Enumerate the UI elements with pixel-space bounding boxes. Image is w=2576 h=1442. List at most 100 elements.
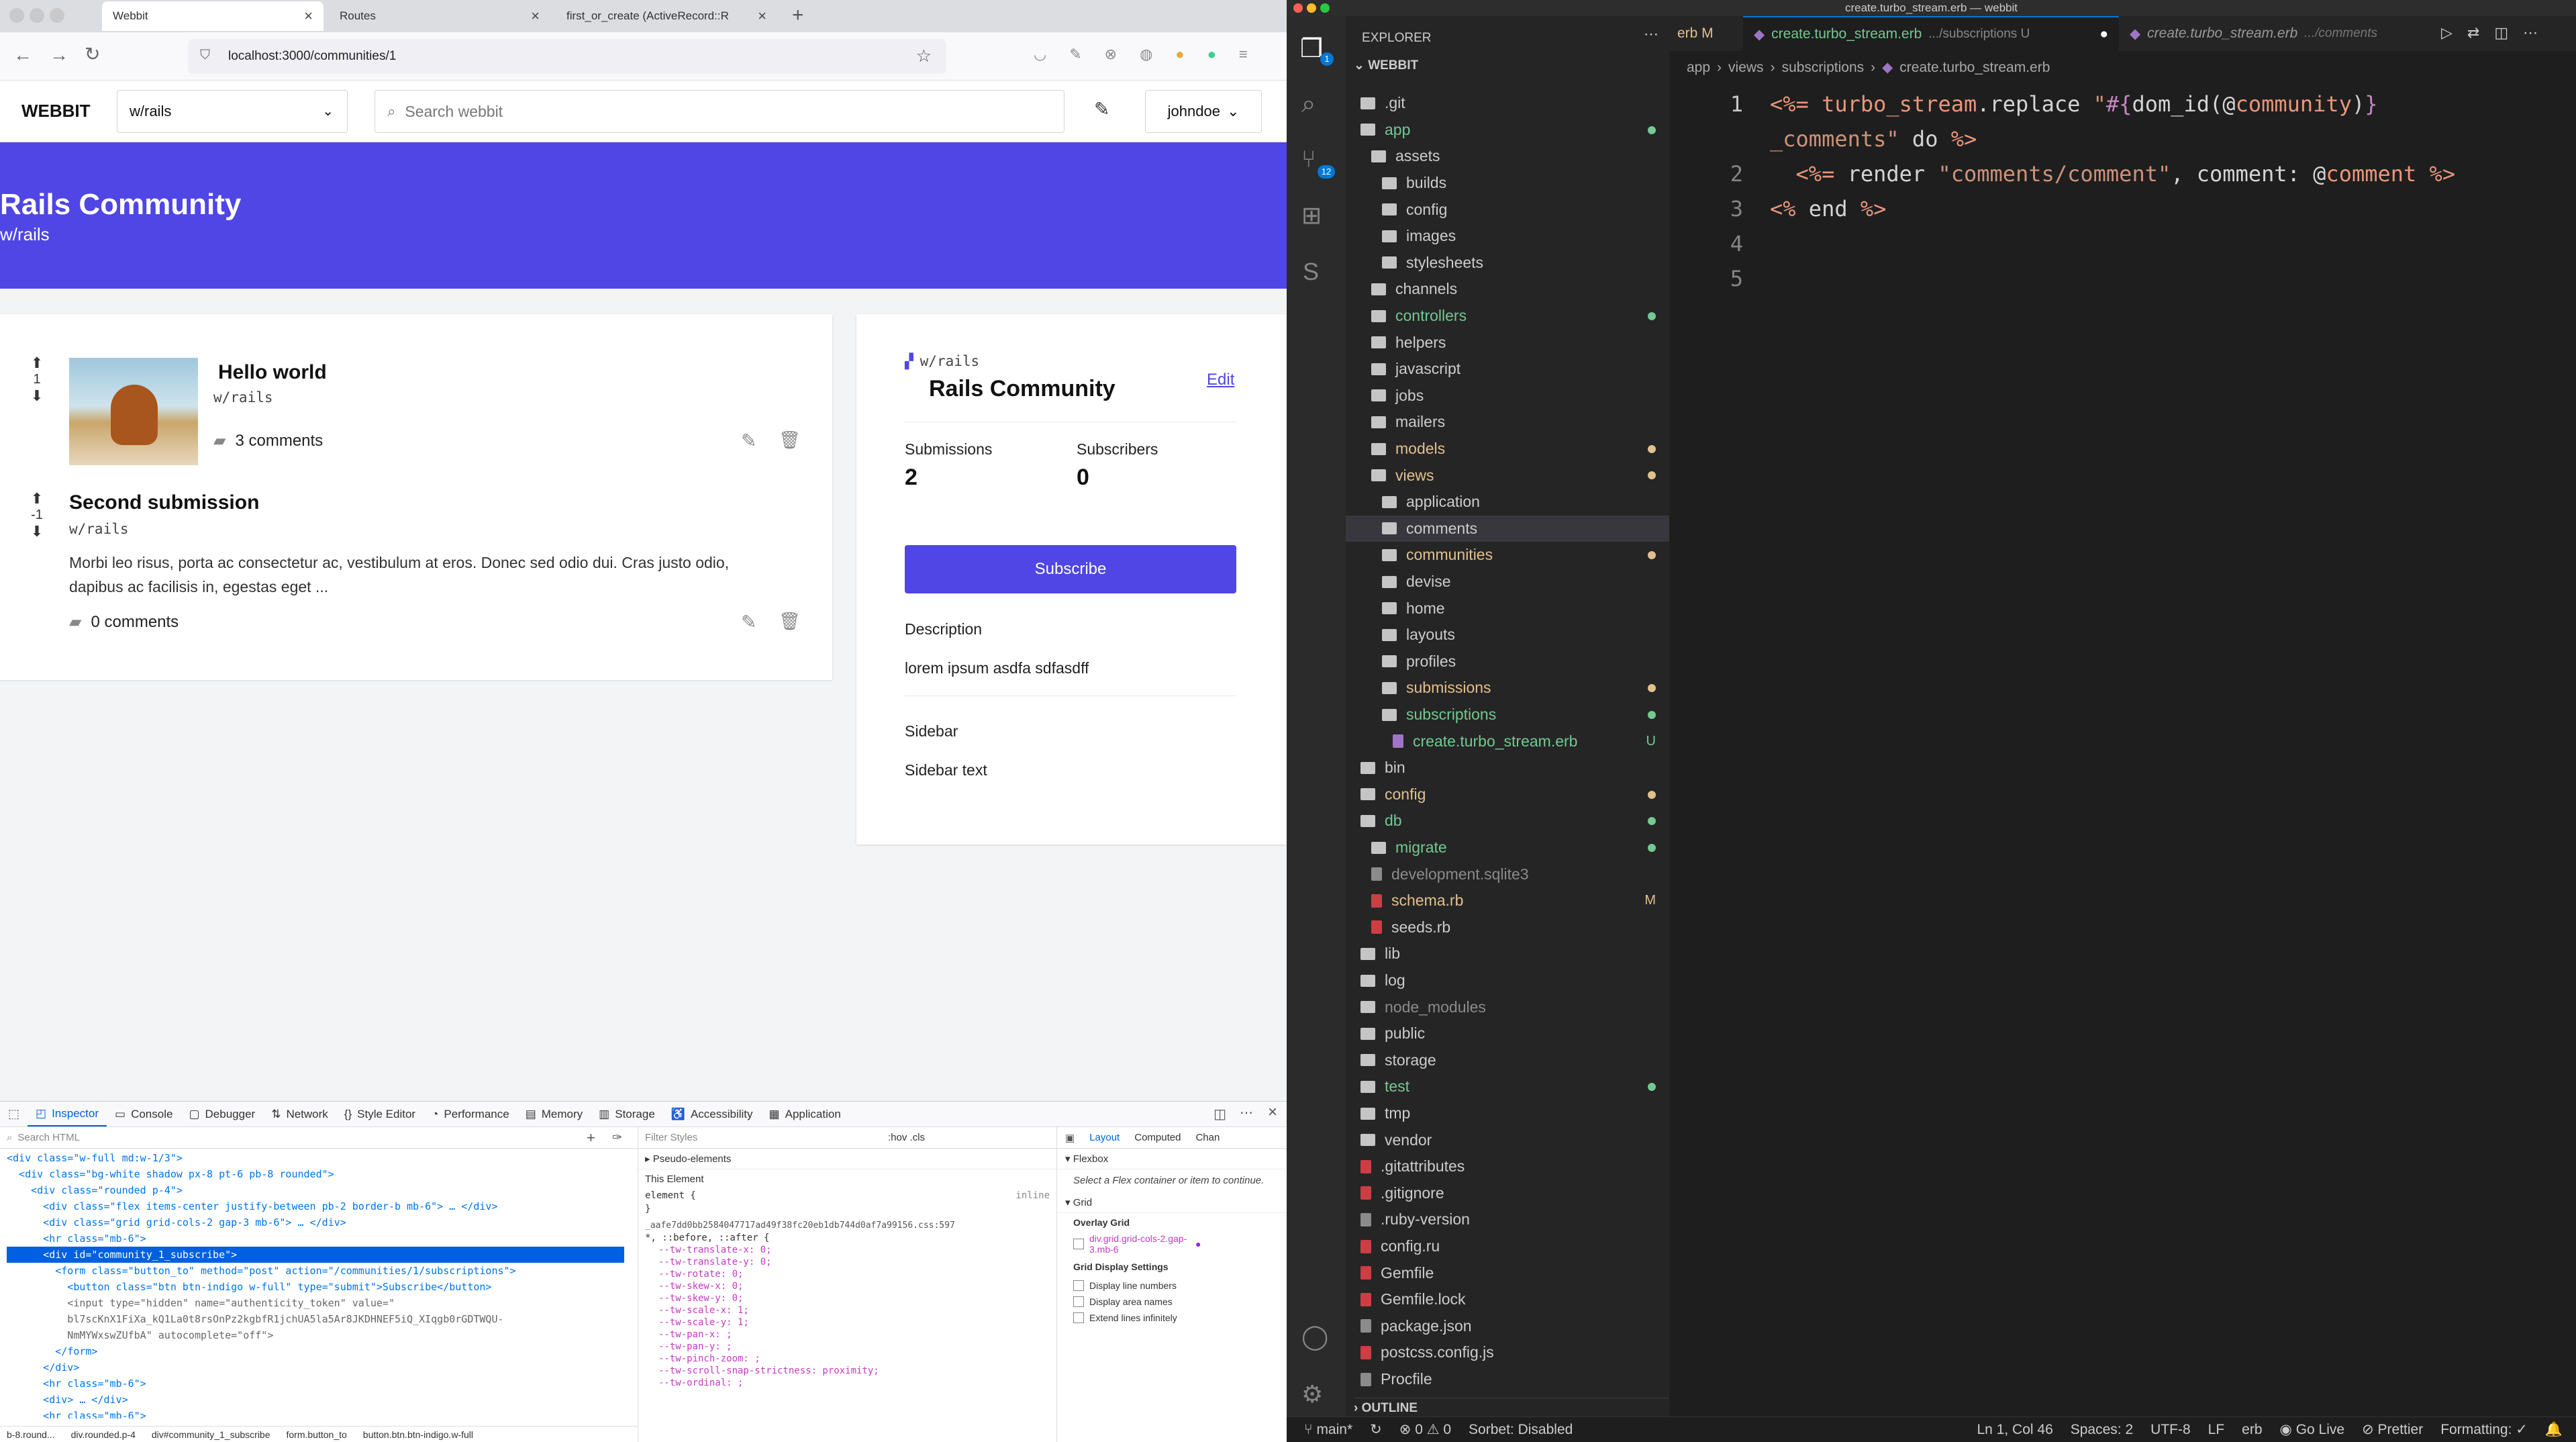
tree-item[interactable]: controllers	[1346, 303, 1669, 330]
pencil-icon[interactable]: ✎	[1094, 98, 1109, 120]
sync-icon[interactable]: ↻	[1370, 1421, 1382, 1438]
extensions-icon[interactable]: ⊞	[1301, 201, 1322, 230]
devtools-tab-accessibility[interactable]: ♿ Accessibility	[663, 1102, 761, 1126]
pocket-icon[interactable]: ◡	[1034, 46, 1046, 63]
devtools-tab-performance[interactable]: ◔ Performance	[424, 1102, 517, 1126]
styles-tools[interactable]: :hov .cls	[888, 1132, 925, 1143]
checkbox[interactable]	[1073, 1280, 1084, 1291]
window-close-dot[interactable]	[1293, 3, 1303, 13]
post-community[interactable]: w/rails	[69, 521, 129, 537]
html-node-line[interactable]: </div>	[7, 1359, 624, 1376]
source-control-icon[interactable]: ⑂	[1301, 145, 1316, 173]
edit-link[interactable]: Edit	[1207, 371, 1234, 389]
html-node-line[interactable]: <hr class="mb-6">	[7, 1408, 624, 1419]
tree-item[interactable]: postcss.config.js	[1346, 1339, 1669, 1366]
tree-item[interactable]: storage	[1346, 1047, 1669, 1074]
grid-color-swatch[interactable]: ●	[1195, 1239, 1201, 1249]
tree-item[interactable]: layouts	[1346, 622, 1669, 648]
layout-view-icon[interactable]: ▣	[1065, 1132, 1075, 1144]
extension-icon[interactable]: ●	[1175, 46, 1184, 63]
flexbox-section-toggle[interactable]: ▾ Flexbox	[1057, 1149, 1287, 1169]
trash-icon[interactable]: 🗑	[779, 430, 801, 450]
css-declaration[interactable]: --tw-scroll-snap-strictness: proximity;	[658, 1365, 1036, 1377]
computed-tab[interactable]: Computed	[1134, 1132, 1181, 1143]
tree-item[interactable]: .gitignore	[1346, 1180, 1669, 1207]
compare-icon[interactable]: ⇄	[2467, 24, 2479, 42]
back-icon[interactable]: ←	[13, 44, 32, 66]
grid-item-row[interactable]: div.grid.grid-cols-2.gap-3.mb-6 ●	[1057, 1232, 1287, 1256]
html-search-input[interactable]: ⌕ Search HTML + ✑	[0, 1127, 638, 1149]
outline-section[interactable]: › OUTLINE	[1354, 1398, 1669, 1416]
breadcrumb-item[interactable]: views	[1728, 60, 1764, 76]
breadcrumb-item[interactable]: form.button_to	[287, 1429, 347, 1440]
trash-icon[interactable]: 🗑	[779, 611, 801, 632]
css-declaration[interactable]: --tw-ordinal: ;	[658, 1377, 1036, 1389]
go-live-item[interactable]: ◉ Go Live	[2280, 1421, 2345, 1438]
changes-tab[interactable]: Chan	[1195, 1132, 1220, 1143]
line-endings[interactable]: LF	[2208, 1422, 2225, 1438]
html-node-line[interactable]: <div> … </div>	[7, 1392, 624, 1408]
code-line[interactable]: _comments" do %>	[1770, 126, 1977, 152]
tree-item[interactable]: models	[1346, 436, 1669, 463]
code-line[interactable]: <%= render "comments/comment", comment: …	[1770, 161, 2456, 187]
tree-item[interactable]: public	[1346, 1020, 1669, 1047]
edit-icon[interactable]: ✎	[741, 611, 756, 633]
html-node-line[interactable]: <div id="community_1_subscribe">	[7, 1247, 624, 1263]
window-maximize-dot[interactable]	[50, 8, 64, 23]
html-node-line[interactable]: <hr class="mb-6">	[7, 1376, 624, 1392]
tree-item[interactable]: comments	[1346, 515, 1669, 542]
html-node-line[interactable]: <div class="bg-white shadow px-8 pt-6 pb…	[7, 1166, 624, 1182]
element-rule[interactable]: element {inline }	[638, 1189, 1056, 1216]
browser-tab-docs[interactable]: first_or_create (ActiveRecord::R ×	[556, 1, 777, 31]
tree-item[interactable]: bin	[1346, 755, 1669, 781]
html-node-line[interactable]: </form>	[7, 1343, 624, 1359]
tree-item[interactable]: vendor	[1346, 1126, 1669, 1153]
community-select[interactable]: w/rails ⌄	[117, 90, 348, 133]
browser-tab-routes[interactable]: Routes ×	[329, 1, 550, 31]
tree-item[interactable]: assets	[1346, 143, 1669, 170]
encoding[interactable]: UTF-8	[2150, 1422, 2191, 1438]
tree-item[interactable]: app	[1346, 117, 1669, 144]
tree-item[interactable]: jobs	[1346, 383, 1669, 410]
gear-icon[interactable]: ⚙	[1301, 1380, 1323, 1408]
split-editor-icon[interactable]: ◫	[2494, 24, 2508, 42]
devtools-tab-style-editor[interactable]: {} Style Editor	[336, 1102, 424, 1126]
tree-item[interactable]: views	[1346, 462, 1669, 489]
menu-icon[interactable]: ≡	[1239, 46, 1248, 63]
html-node-line[interactable]: bl7scKnX1FiXa_kQ1La0t8rsOnPz2kgbfR1jchUA…	[7, 1311, 624, 1327]
html-node-line[interactable]: NmMYWxswZUfbA" autocomplete="off">	[7, 1327, 624, 1343]
checkbox[interactable]	[1073, 1312, 1084, 1323]
forward-icon[interactable]: →	[50, 44, 68, 66]
tree-item[interactable]: tmp	[1346, 1100, 1669, 1127]
comments-link[interactable]: ▰ 3 comments	[213, 431, 323, 450]
devtools-tab-storage[interactable]: ▥ Storage	[591, 1102, 663, 1126]
css-declaration[interactable]: --tw-rotate: 0;	[658, 1268, 1036, 1280]
tree-item[interactable]: subscriptions	[1346, 702, 1669, 728]
html-node-line[interactable]: <input type="hidden" name="authenticity_…	[7, 1295, 624, 1311]
tree-item[interactable]: builds	[1346, 170, 1669, 197]
window-close-dot[interactable]	[9, 8, 24, 23]
post-thumbnail-dog[interactable]	[69, 358, 198, 465]
grid-section-toggle[interactable]: ▾ Grid	[1057, 1192, 1287, 1213]
breadcrumb-item[interactable]: create.turbo_stream.erb	[1899, 60, 2050, 76]
project-folder[interactable]: ⌄ WEBBIT	[1354, 58, 1418, 73]
layout-tab[interactable]: Layout	[1089, 1132, 1120, 1143]
tree-item[interactable]: config	[1346, 781, 1669, 808]
css-declaration[interactable]: --tw-pinch-zoom: ;	[658, 1353, 1036, 1365]
editor-tab-partial[interactable]: erb M	[1669, 16, 1722, 51]
upvote-icon[interactable]: ⬆	[27, 490, 47, 508]
run-icon[interactable]: ▷	[2441, 24, 2453, 42]
tree-item[interactable]: application	[1346, 489, 1669, 516]
formatting-status[interactable]: Formatting: ✓	[2440, 1421, 2528, 1438]
tree-item[interactable]: .git	[1346, 90, 1669, 117]
close-icon[interactable]: ×	[304, 7, 313, 25]
tree-item[interactable]: package.json	[1346, 1313, 1669, 1340]
tree-item[interactable]: helpers	[1346, 329, 1669, 356]
tree-item[interactable]: Gemfile	[1346, 1259, 1669, 1286]
grid-option[interactable]: Display area names	[1057, 1294, 1287, 1310]
code-line[interactable]: <%= turbo_stream.replace "#{dom_id(@comm…	[1770, 91, 2377, 117]
window-minimize-dot[interactable]	[1307, 3, 1316, 13]
eyedropper-icon[interactable]: ✑	[612, 1131, 622, 1145]
indentation[interactable]: Spaces: 2	[2071, 1422, 2133, 1438]
user-menu-button[interactable]: johndoe ⌄	[1145, 90, 1262, 133]
